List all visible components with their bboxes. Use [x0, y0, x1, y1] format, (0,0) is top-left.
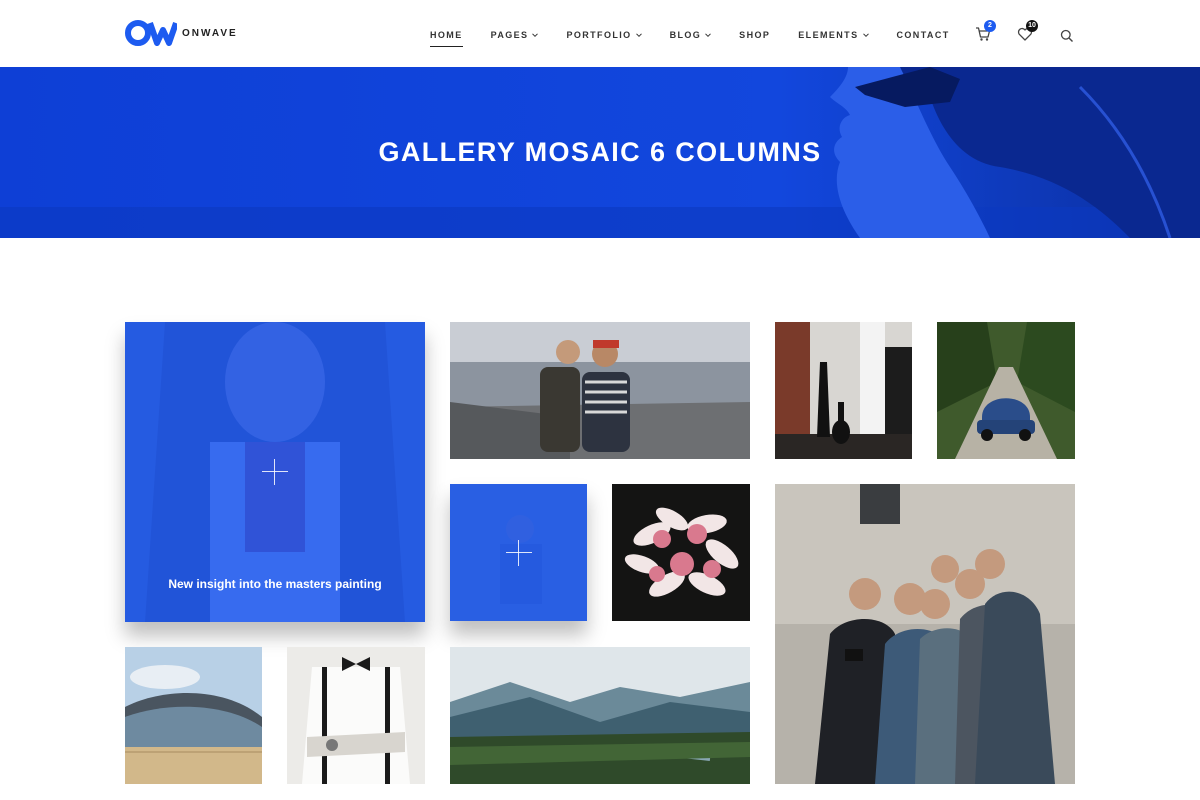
gallery-image: [450, 322, 750, 459]
gallery-item[interactable]: [125, 647, 262, 784]
gallery-caption: New insight into the masters painting: [168, 577, 382, 591]
page-title: GALLERY MOSAIC 6 COLUMNS: [378, 137, 822, 167]
nav-blog[interactable]: BLOG: [670, 28, 712, 42]
gallery-item[interactable]: [450, 322, 750, 459]
gallery-item[interactable]: [450, 484, 587, 621]
logo-mark-icon: [125, 20, 177, 46]
chevron-down-icon: [635, 33, 642, 38]
logo-text: ONWAVE: [182, 27, 238, 39]
plus-icon[interactable]: [506, 540, 532, 566]
gallery-image: [937, 322, 1075, 459]
nav-shop[interactable]: SHOP: [739, 28, 770, 42]
gallery-image: [125, 647, 262, 784]
nav-elements-label: ELEMENTS: [798, 30, 859, 40]
gallery-item[interactable]: New insight into the masters painting: [125, 322, 425, 622]
header-icons: 2 10: [975, 20, 1101, 44]
nav-blog-label: BLOG: [669, 30, 702, 40]
nav-contact[interactable]: CONTACT: [897, 28, 950, 42]
cart-count-badge: 2: [984, 20, 996, 32]
nav-portfolio[interactable]: PORTFOLIO: [566, 28, 642, 42]
gallery-item[interactable]: [775, 484, 1075, 784]
gallery-item[interactable]: [287, 647, 425, 784]
gallery-image: [450, 647, 750, 784]
nav-home-label: HOME: [430, 30, 463, 40]
nav-home[interactable]: HOME: [430, 28, 463, 47]
page-hero: GALLERY MOSAIC 6 COLUMNS: [0, 67, 1200, 238]
search-button[interactable]: [1059, 26, 1079, 44]
wishlist-button[interactable]: 10: [1017, 20, 1038, 44]
main-nav: HOME PAGES PORTFOLIO BLOG SHOP ELEMENTS …: [430, 28, 978, 47]
cart-button[interactable]: 2: [975, 20, 996, 44]
gallery-image: [612, 484, 750, 621]
nav-contact-label: CONTACT: [896, 30, 950, 40]
gallery-image: [775, 322, 912, 459]
nav-pages-label: PAGES: [490, 30, 529, 40]
nav-pages[interactable]: PAGES: [491, 28, 539, 42]
logo[interactable]: ONWAVE: [125, 20, 238, 46]
nav-portfolio-label: PORTFOLIO: [566, 30, 632, 40]
nav-shop-label: SHOP: [739, 30, 771, 40]
chevron-down-icon: [705, 33, 712, 38]
chevron-down-icon: [532, 33, 539, 38]
nav-elements[interactable]: ELEMENTS: [798, 28, 869, 42]
gallery-item[interactable]: [612, 484, 750, 621]
plus-icon[interactable]: [262, 459, 288, 485]
gallery-image: [287, 647, 425, 784]
site-header: ONWAVE HOME PAGES PORTFOLIO BLOG SHOP EL…: [0, 0, 1200, 67]
wishlist-count-badge: 10: [1026, 20, 1038, 32]
gallery-item[interactable]: [775, 322, 912, 459]
chevron-down-icon: [862, 33, 869, 38]
gallery-image: [775, 484, 1075, 784]
gallery-item[interactable]: [937, 322, 1075, 459]
gallery-item[interactable]: [450, 647, 750, 784]
search-icon: [1060, 29, 1073, 42]
